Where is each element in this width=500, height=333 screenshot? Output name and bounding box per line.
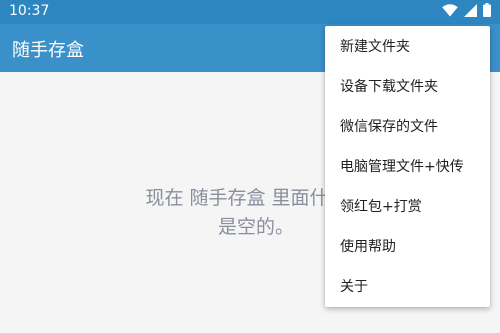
signal-icon <box>464 3 477 21</box>
wifi-icon <box>442 3 458 21</box>
battery-icon <box>483 3 491 21</box>
menu-item-wechat-saved-files[interactable]: 微信保存的文件 <box>325 106 490 146</box>
menu-item-device-download-folder[interactable]: 设备下载文件夹 <box>325 66 490 106</box>
menu-item-pc-manage-files[interactable]: 电脑管理文件+快传 <box>325 146 490 186</box>
menu-item-about[interactable]: 关于 <box>325 266 490 306</box>
menu-item-new-folder[interactable]: 新建文件夹 <box>325 26 490 66</box>
overflow-menu: 新建文件夹 设备下载文件夹 微信保存的文件 电脑管理文件+快传 领红包+打赏 使… <box>325 26 490 307</box>
app-title: 随手存盒 <box>12 40 84 61</box>
menu-item-help[interactable]: 使用帮助 <box>325 226 490 266</box>
status-icons <box>442 3 491 21</box>
status-bar: 10:37 <box>0 0 500 24</box>
menu-item-red-packet-tip[interactable]: 领红包+打赏 <box>325 186 490 226</box>
status-time: 10:37 <box>9 3 50 19</box>
